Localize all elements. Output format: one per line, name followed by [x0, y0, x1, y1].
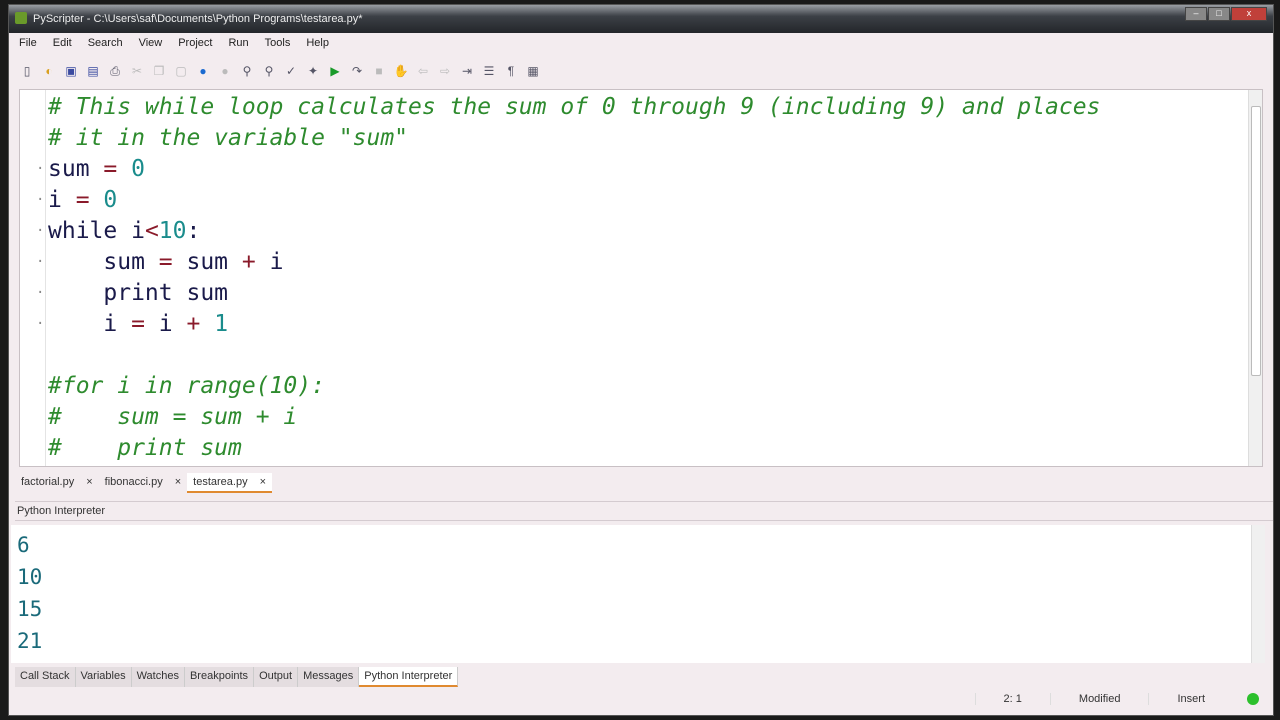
minimize-button[interactable]: –	[1185, 7, 1207, 21]
indent-icon[interactable]: ⇥	[459, 63, 475, 79]
open-file-icon[interactable]: ◐	[41, 63, 57, 79]
interpreter-panel-header: Python Interpreter	[15, 501, 1273, 521]
syntax-check-icon[interactable]: ✓	[283, 63, 299, 79]
tab-label: fibonacci.py	[104, 476, 163, 488]
redo-icon[interactable]: ●	[217, 63, 233, 79]
python-interpreter-output[interactable]: 6 10 15 21	[11, 525, 1265, 663]
close-button[interactable]: x	[1231, 7, 1267, 21]
editor-scrollbar[interactable]	[1248, 90, 1262, 466]
tab-messages[interactable]: Messages	[298, 667, 360, 687]
menu-bar: File Edit Search View Project Run Tools …	[19, 37, 329, 49]
menu-tools[interactable]: Tools	[265, 37, 291, 49]
undo-icon[interactable]: ●	[195, 63, 211, 79]
status-indicator-icon	[1247, 693, 1259, 705]
menu-run[interactable]: Run	[228, 37, 248, 49]
menu-search[interactable]: Search	[88, 37, 123, 49]
replace-icon[interactable]: ⚲	[261, 63, 277, 79]
code-editor[interactable]: # This while loop calculates the sum of …	[19, 89, 1263, 467]
copy-icon[interactable]: ❐	[151, 63, 167, 79]
modified-status: Modified	[1049, 693, 1149, 705]
debug-icon[interactable]: ✦	[305, 63, 321, 79]
layout-icon[interactable]: ▦	[525, 63, 541, 79]
insert-mode: Insert	[1148, 693, 1233, 705]
cursor-position: 2: 1	[974, 693, 1050, 705]
title-bar: PyScripter - C:\Users\saf\Documents\Pyth…	[9, 5, 1273, 33]
save-icon[interactable]: ▣	[63, 63, 79, 79]
editor-tabs: factorial.py × fibonacci.py × testarea.py ×	[15, 473, 273, 493]
output-line: 10	[17, 565, 43, 589]
back-icon[interactable]: ⇦	[415, 63, 431, 79]
output-line: 15	[17, 597, 43, 621]
paragraph-icon[interactable]: ¶	[503, 63, 519, 79]
toolbar: ▯ ◐ ▣ ▤ ⎙ ✂ ❐ ▢ ● ● ⚲ ⚲ ✓ ✦ ▶ ↷ ■ ✋ ⇦ ⇨ …	[19, 63, 541, 79]
tab-output[interactable]: Output	[254, 667, 299, 687]
tab-call-stack[interactable]: Call Stack	[15, 667, 76, 687]
code-content: # This while loop calculates the sum of …	[36, 94, 1101, 461]
menu-project[interactable]: Project	[178, 37, 212, 49]
tab-factorial[interactable]: factorial.py ×	[15, 473, 99, 493]
cut-icon[interactable]: ✂	[129, 63, 145, 79]
output-line: 6	[17, 533, 30, 557]
stop-icon[interactable]: ■	[371, 63, 387, 79]
tab-label: factorial.py	[21, 476, 75, 488]
new-file-icon[interactable]: ▯	[19, 63, 35, 79]
run-icon[interactable]: ▶	[327, 63, 343, 79]
tab-watches[interactable]: Watches	[131, 667, 185, 687]
forward-icon[interactable]: ⇨	[437, 63, 453, 79]
panel-title: Python Interpreter	[17, 505, 106, 517]
print-icon[interactable]: ⎙	[107, 63, 123, 79]
list-icon[interactable]: ☰	[481, 63, 497, 79]
paste-icon[interactable]: ▢	[173, 63, 189, 79]
tab-label: testarea.py	[193, 476, 248, 488]
tab-breakpoints[interactable]: Breakpoints	[184, 667, 255, 687]
window-title: PyScripter - C:\Users\saf\Documents\Pyth…	[33, 13, 363, 25]
close-tab-icon[interactable]: ×	[86, 476, 92, 490]
close-tab-icon[interactable]: ×	[260, 476, 266, 488]
interpreter-scrollbar[interactable]	[1251, 525, 1265, 663]
app-logo-icon	[15, 12, 27, 24]
tab-fibonacci[interactable]: fibonacci.py ×	[99, 473, 188, 493]
menu-view[interactable]: View	[139, 37, 163, 49]
output-line: 21	[17, 629, 43, 653]
maximize-button[interactable]: □	[1208, 7, 1230, 21]
tab-testarea[interactable]: testarea.py ×	[187, 473, 273, 493]
step-icon[interactable]: ↷	[349, 63, 365, 79]
menu-edit[interactable]: Edit	[53, 37, 72, 49]
breakpoint-icon[interactable]: ✋	[393, 63, 409, 79]
find-icon[interactable]: ⚲	[239, 63, 255, 79]
menu-file[interactable]: File	[19, 37, 37, 49]
save-all-icon[interactable]: ▤	[85, 63, 101, 79]
menu-help[interactable]: Help	[306, 37, 329, 49]
bottom-tabs: Call Stack Variables Watches Breakpoints…	[15, 667, 459, 687]
status-bar: 2: 1 Modified Insert	[974, 693, 1273, 705]
close-tab-icon[interactable]: ×	[175, 476, 181, 490]
pyscripter-window: PyScripter - C:\Users\saf\Documents\Pyth…	[8, 4, 1274, 716]
tab-variables[interactable]: Variables	[75, 667, 132, 687]
tab-python-interpreter[interactable]: Python Interpreter	[359, 667, 459, 687]
